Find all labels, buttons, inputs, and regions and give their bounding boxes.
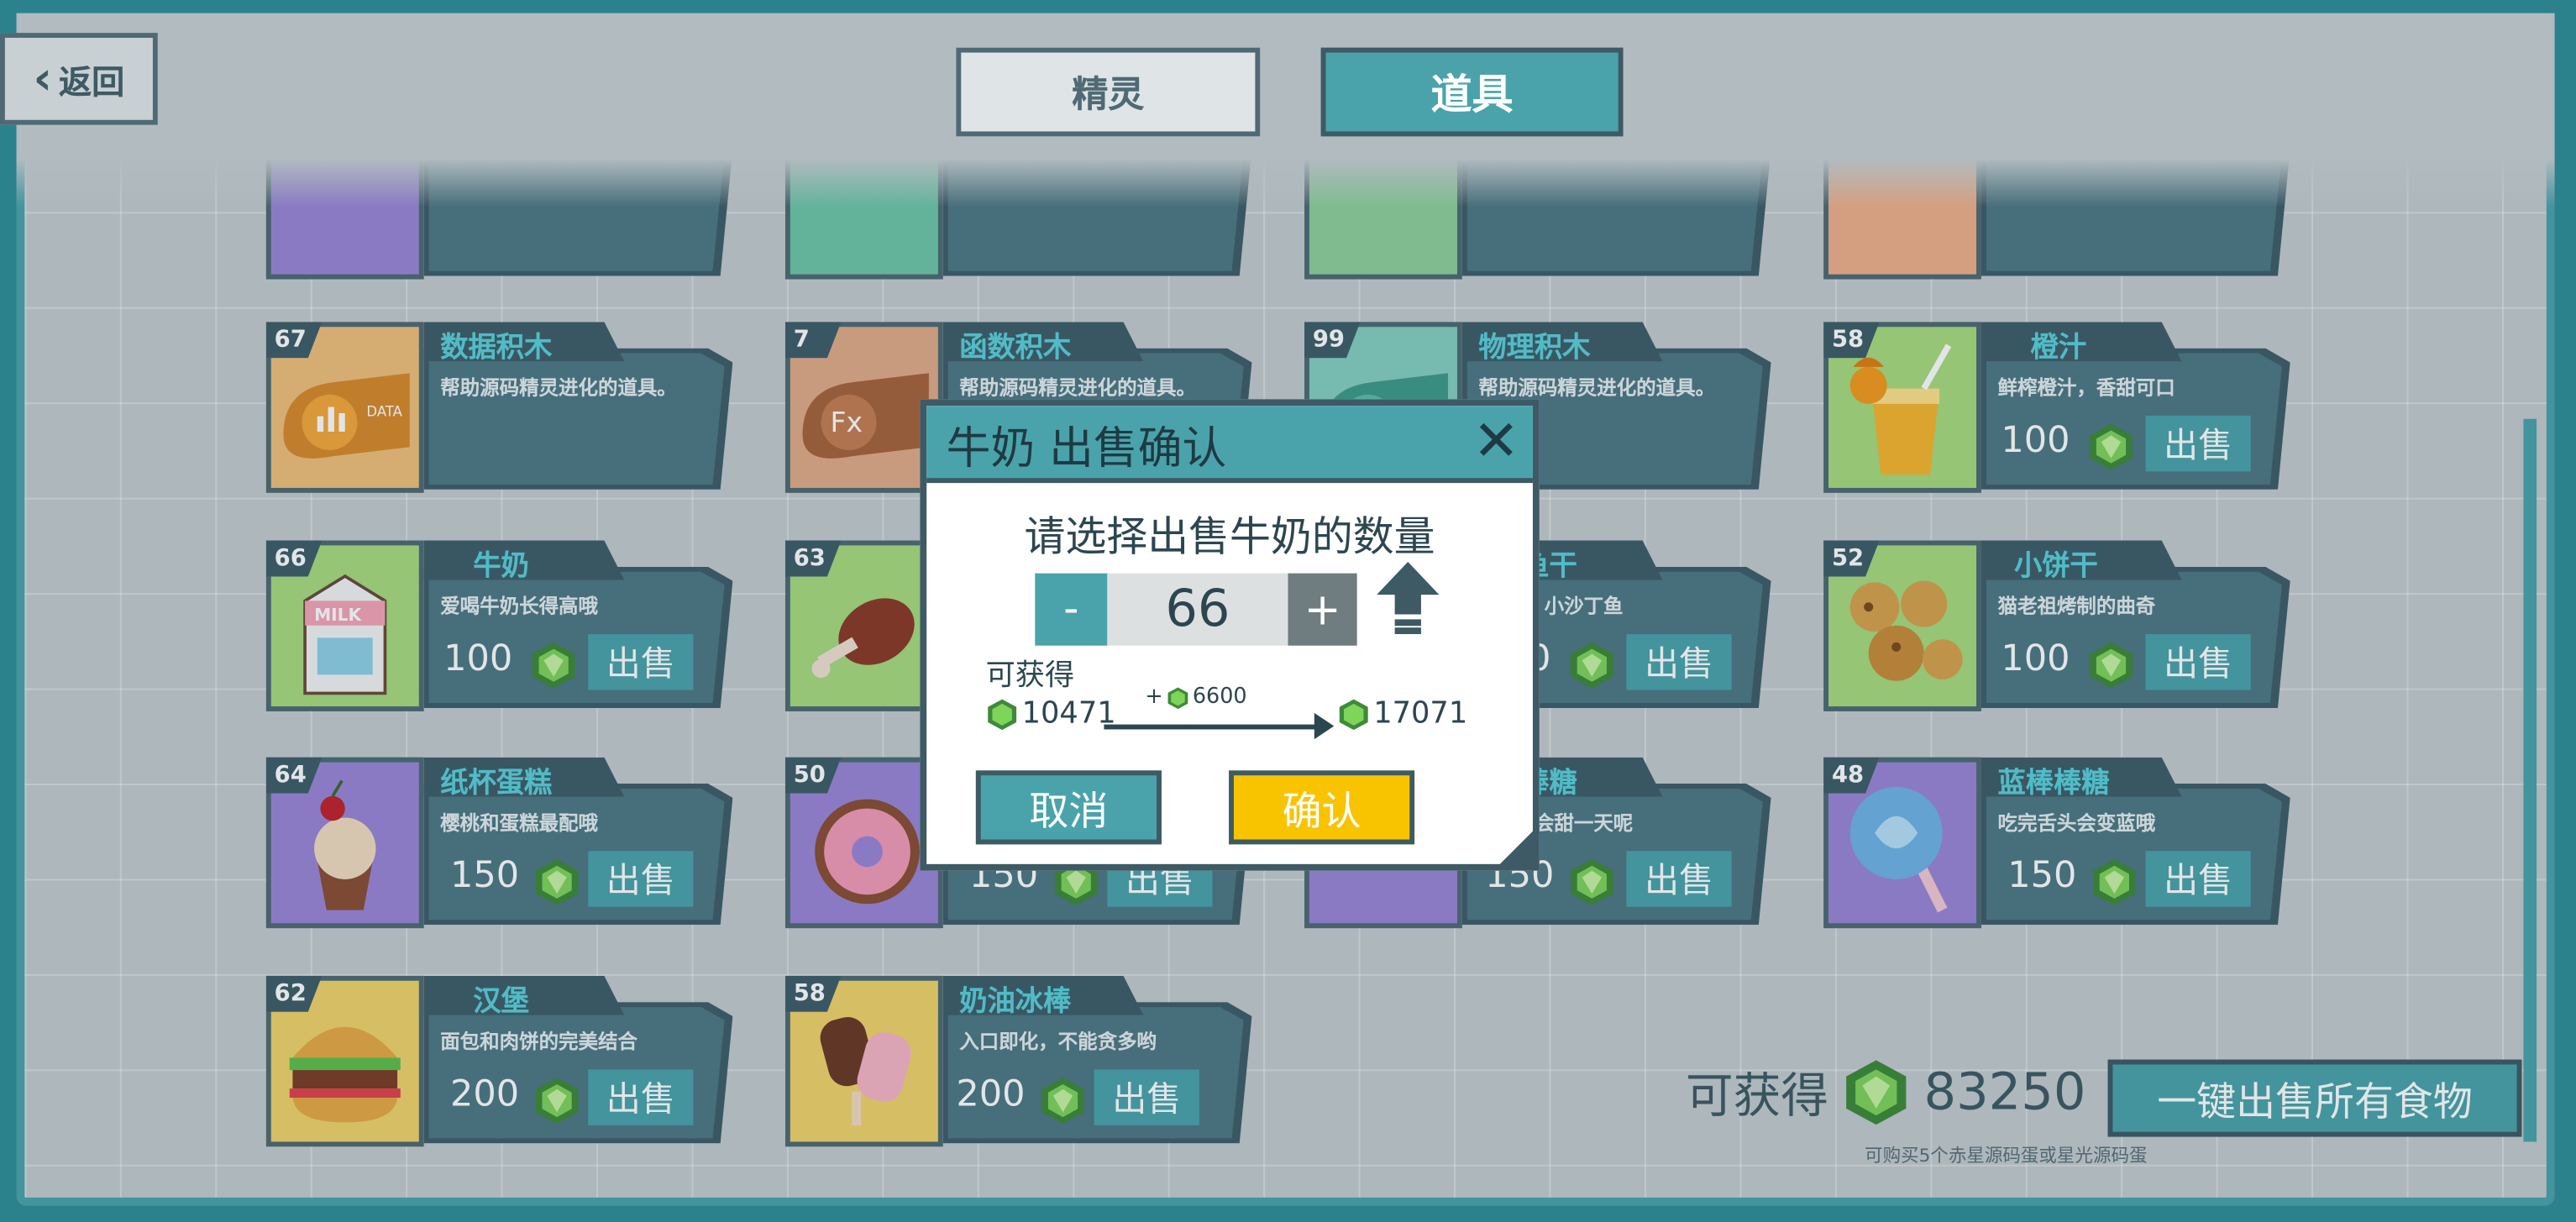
gem-icon <box>1339 698 1368 730</box>
delta-value: 6600 <box>1192 684 1247 710</box>
max-arrow-icon[interactable] <box>1377 561 1440 635</box>
back-button[interactable]: ‹ 返回 <box>0 33 158 125</box>
arrow-line <box>1104 724 1321 730</box>
balance-delta: + 6600 <box>1145 685 1246 710</box>
gem-icon <box>1167 686 1188 709</box>
sell-confirm-dialog: 牛奶 出售确认 ✕ 请选择出售牛奶的数量 - 66 + 可获得 10471 + … <box>920 399 1540 871</box>
decrease-button[interactable]: - <box>1035 573 1108 646</box>
back-chevron-icon: ‹ <box>33 50 53 106</box>
confirm-button[interactable]: 确认 <box>1229 770 1415 845</box>
quantity-stepper: - 66 + <box>1035 573 1357 646</box>
can-get-label: 可获得 <box>985 658 1075 694</box>
tab-sprites[interactable]: 精灵 <box>956 47 1261 137</box>
new-balance: 17071 <box>1337 696 1467 731</box>
quantity-input[interactable]: 66 <box>1107 573 1288 646</box>
arrow-head-icon <box>1314 712 1335 740</box>
close-icon[interactable]: ✕ <box>1473 409 1520 475</box>
current-balance-value: 10471 <box>1021 696 1116 732</box>
back-label: 返回 <box>58 61 125 102</box>
quantity-prompt: 请选择出售牛奶的数量 <box>1024 512 1435 560</box>
current-balance: 10471 <box>986 696 1116 731</box>
dialog-header: 牛奶 出售确认 ✕ <box>926 406 1533 484</box>
new-balance-value: 17071 <box>1373 696 1468 732</box>
dialog-title: 牛奶 出售确认 <box>946 423 1227 475</box>
gem-icon <box>988 698 1017 730</box>
delta-prefix: + <box>1145 684 1163 710</box>
cancel-button[interactable]: 取消 <box>975 770 1162 845</box>
increase-button[interactable]: + <box>1288 573 1357 646</box>
tab-items[interactable]: 道具 <box>1320 47 1624 137</box>
